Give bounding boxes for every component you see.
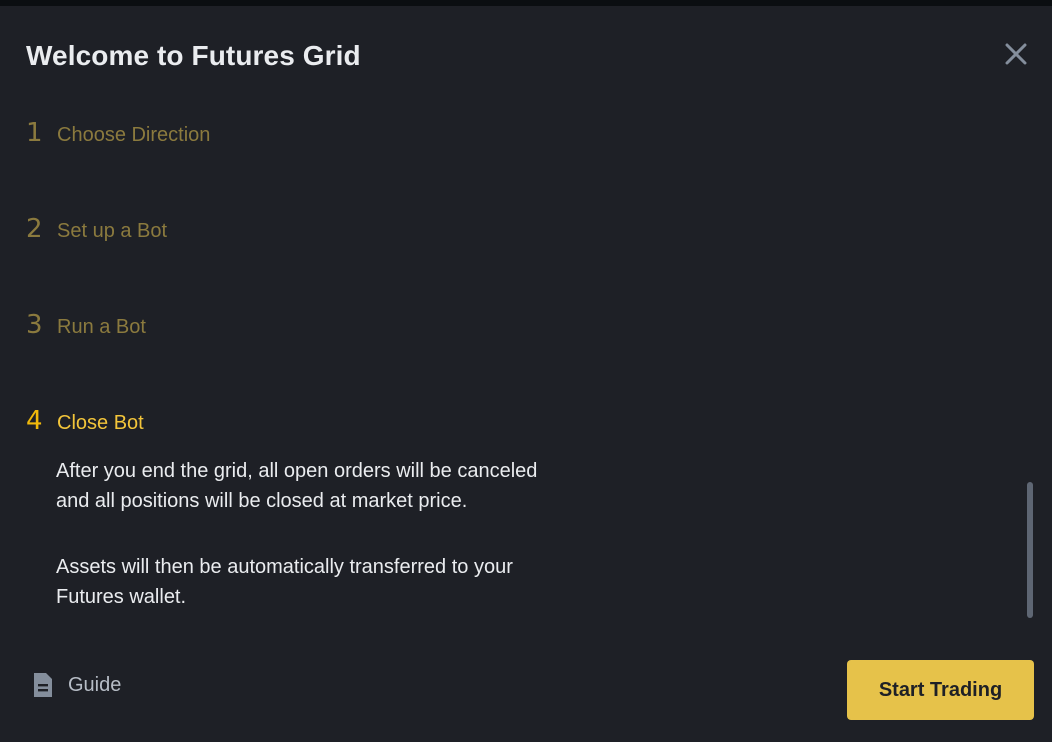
step-description-paragraph: Assets will then be automatically transf…: [56, 556, 513, 608]
step-label: Run a Bot: [57, 316, 146, 338]
step-run-bot[interactable]: 3 Run a Bot: [26, 310, 146, 340]
step-number: 1: [26, 118, 43, 148]
step-description: After you end the grid, all open orders …: [56, 456, 546, 622]
guide-label: Guide: [68, 673, 122, 696]
close-icon: [1005, 43, 1027, 65]
scrollbar-thumb[interactable]: [1027, 482, 1033, 618]
step-number: 4: [26, 406, 43, 436]
modal-title: Welcome to Futures Grid: [26, 40, 361, 71]
steps-list: 1 Choose Direction 2 Set up a Bot 3 Run …: [0, 98, 1052, 622]
step-label: Close Bot: [57, 412, 144, 434]
step-choose-direction[interactable]: 1 Choose Direction: [26, 118, 210, 148]
step-label: Set up a Bot: [57, 220, 168, 242]
step-number: 2: [26, 214, 43, 244]
step-set-up-bot[interactable]: 2 Set up a Bot: [26, 214, 167, 244]
close-button[interactable]: [1002, 40, 1030, 68]
step-close-bot[interactable]: 4 Close Bot: [26, 406, 144, 436]
step-description-paragraph: After you end the grid, all open orders …: [56, 460, 538, 512]
start-trading-button[interactable]: Start Trading: [847, 660, 1034, 720]
guide-link[interactable]: Guide: [32, 670, 121, 700]
step-number: 3: [26, 310, 43, 340]
document-icon: [34, 673, 52, 697]
step-label: Choose Direction: [57, 124, 211, 146]
